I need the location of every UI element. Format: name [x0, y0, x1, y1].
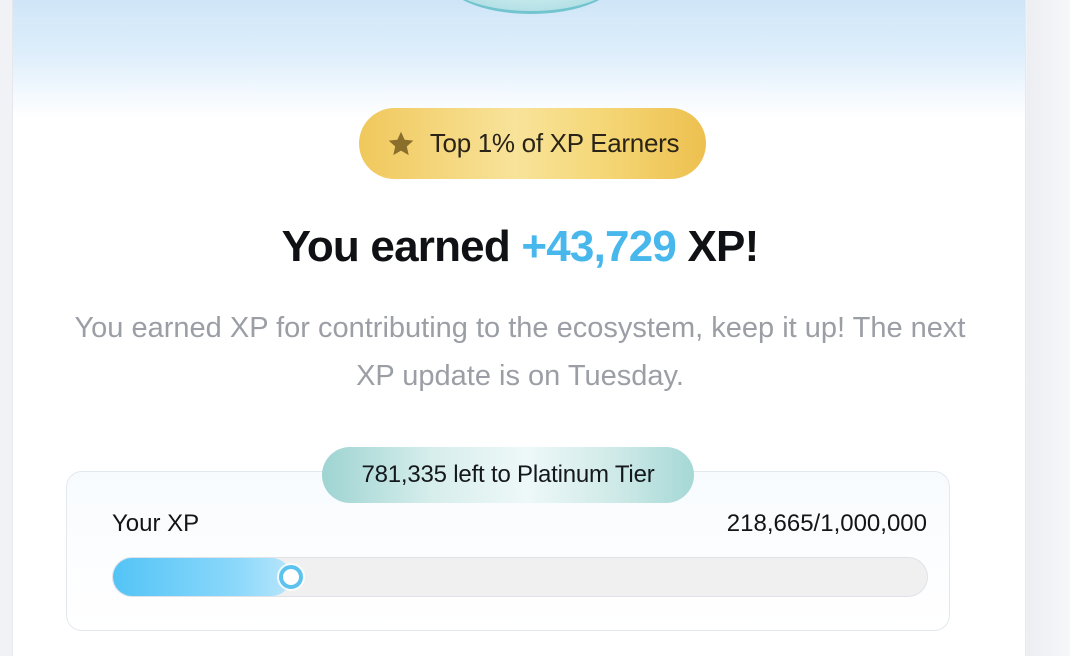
xp-label: Your XP — [112, 510, 200, 537]
background-edge — [1027, 0, 1070, 656]
hero-banner — [13, 0, 1025, 120]
badge-label: Top 1% of XP Earners — [429, 128, 680, 158]
xp-earned-amount: +43,729 — [521, 222, 677, 271]
headline: You earned +43,729 XP! — [13, 222, 1025, 272]
tier-remaining-pill: 781,335 left to Platinum Tier — [322, 447, 694, 503]
headline-prefix: You earned — [281, 222, 511, 271]
description-text: You earned XP for contributing to the ec… — [74, 312, 966, 392]
xp-progress-fill — [113, 558, 292, 596]
xp-value: 218,665/1,000,000 — [726, 510, 927, 537]
star-icon — [388, 131, 414, 155]
rank-badge: Top 1% of XP Earners — [359, 108, 706, 179]
headline-suffix: XP! — [687, 222, 759, 271]
hero-graphic — [443, 0, 619, 14]
xp-progress-knob — [279, 565, 304, 589]
xp-progress-bar — [112, 557, 928, 597]
